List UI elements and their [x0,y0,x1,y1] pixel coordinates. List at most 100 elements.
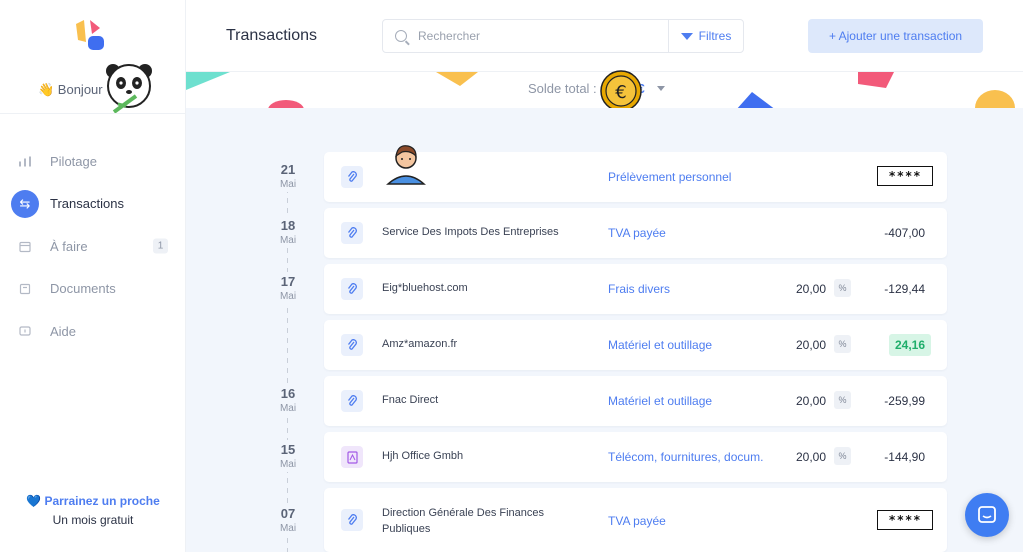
greeting: 👋 Bonjour [38,82,103,97]
balance-label: Solde total : [528,81,597,96]
sidebar-item-label: Transactions [50,196,124,212]
decor-shape [186,72,230,90]
transaction-category[interactable]: Matériel et outillage [608,394,712,408]
transaction-row[interactable]: Eig*bluehost.com Frais divers 20,00 % -1… [324,264,947,314]
sidebar-divider [0,113,186,114]
chat-launcher-button[interactable] [965,493,1009,537]
sidebar-item-pilotage[interactable]: Pilotage [0,140,186,183]
transaction-amount-positive: 24,16 [888,334,931,356]
date-month: Mai [279,179,297,190]
vat-rate-badge[interactable]: % [834,335,851,353]
transaction-row[interactable]: Prélèvement personnel **** [324,145,947,202]
panda-avatar [106,64,152,114]
masked-amount: **** [877,510,933,530]
chevron-down-icon [656,86,665,91]
decor-shape [858,72,894,88]
transaction-row[interactable]: Fnac Direct Matériel et outillage 20,00 … [324,376,947,426]
todo-count-badge: 1 [153,238,168,254]
add-transaction-button[interactable]: + Ajouter une transaction [808,19,983,53]
calendar-icon [18,240,31,253]
transaction-category[interactable]: Télécom, fournitures, docum. [608,450,763,464]
search-input[interactable] [418,29,658,43]
sidebar-item-transactions[interactable]: ⇆ Transactions [0,183,186,226]
filter-icon [680,32,693,40]
sidebar: 👋 Bonjour Pilotage ⇆ Transactions À fair… [0,0,186,552]
date-group: 21 Mai [266,160,310,192]
filters-button[interactable]: Filtres [668,19,744,53]
date-day: 17 [280,274,296,289]
transaction-label: Fnac Direct [382,394,439,406]
date-group: 18 Mai [266,216,310,248]
date-day: 18 [280,218,296,233]
transaction-amount: -259,99 [884,394,925,408]
date-month: Mai [279,235,297,246]
transaction-category[interactable]: Frais divers [608,282,670,296]
vat-amount[interactable]: 20,00 [774,282,826,296]
vat-amount[interactable]: 20,00 [774,394,826,408]
referral-block[interactable]: 💙 Parrainez un proche Un mois gratuit [0,494,186,527]
logo[interactable] [74,18,110,52]
referral-subtitle: Un mois gratuit [52,513,134,527]
date-month: Mai [279,291,297,302]
transaction-label: Hjh Office Gmbh [382,450,464,462]
vat-amount[interactable]: 20,00 [774,338,826,352]
date-group: 07 Mai [266,504,310,536]
paperclip-icon[interactable] [341,166,363,188]
date-day: 21 [280,162,296,177]
transaction-category[interactable]: Prélèvement personnel [608,170,731,184]
date-month: Mai [279,523,297,534]
svg-text:€: € [615,82,626,103]
sidebar-item-label: Pilotage [50,153,97,169]
chat-bubble-icon [18,325,31,338]
paperclip-icon[interactable] [341,390,363,412]
transaction-row[interactable]: Direction Générale Des Finances Publique… [324,488,947,552]
paperclip-icon[interactable] [341,509,363,531]
vat-amount[interactable]: 20,00 [774,450,826,464]
date-group: 16 Mai [266,384,310,416]
search-icon [395,30,407,42]
search-box[interactable] [382,19,669,53]
paperclip-icon[interactable] [341,334,363,356]
add-transaction-label: + Ajouter une transaction [828,29,963,43]
date-day: 16 [280,386,296,401]
filters-label: Filtres [698,29,732,43]
decor-shape [268,100,304,108]
euro-coin-icon: € [600,70,642,112]
sidebar-nav: Pilotage ⇆ Transactions À faire 1 Docume… [0,140,186,353]
sidebar-item-label: Aide [50,323,77,339]
date-group: 17 Mai [266,272,310,304]
date-day: 07 [280,506,296,521]
sidebar-item-a-faire[interactable]: À faire 1 [0,225,186,268]
sidebar-item-documents[interactable]: Documents [0,268,186,311]
transaction-row[interactable]: Amz*amazon.fr Matériel et outillage 20,0… [324,320,947,370]
date-group: 15 Mai [266,440,310,472]
transaction-category[interactable]: Matériel et outillage [608,338,712,352]
sidebar-item-label: Documents [50,281,116,297]
pdf-document-icon[interactable] [341,446,363,468]
paperclip-icon[interactable] [341,278,363,300]
person-avatar [386,145,426,185]
transaction-amount: -129,44 [884,282,925,296]
transaction-row[interactable]: Service Des Impots Des Entreprises TVA p… [324,208,947,258]
transaction-category[interactable]: TVA payée [608,514,666,528]
vat-rate-badge[interactable]: % [834,447,851,465]
decor-shape [737,92,774,108]
transaction-label: Amz*amazon.fr [382,338,458,350]
total-balance[interactable]: Solde total : 9 € [528,81,665,96]
bar-chart-icon [18,155,31,168]
decor-shape [436,72,478,86]
sidebar-item-aide[interactable]: Aide [0,310,186,353]
transaction-label: Direction Générale Des Finances Publique… [382,507,545,535]
chat-icon [978,506,996,523]
transaction-category[interactable]: TVA payée [608,226,666,240]
folder-icon [18,282,31,295]
paperclip-icon[interactable] [341,222,363,244]
date-month: Mai [279,403,297,414]
vat-rate-badge[interactable]: % [834,279,851,297]
sidebar-item-label: À faire [50,238,88,254]
transaction-amount: -407,00 [884,226,925,240]
referral-title[interactable]: 💙 Parrainez un proche [0,494,186,508]
transaction-row[interactable]: Hjh Office Gmbh Télécom, fournitures, do… [324,432,947,482]
top-bar: Transactions Filtres + Ajouter une trans… [186,0,1023,72]
vat-rate-badge[interactable]: % [834,391,851,409]
